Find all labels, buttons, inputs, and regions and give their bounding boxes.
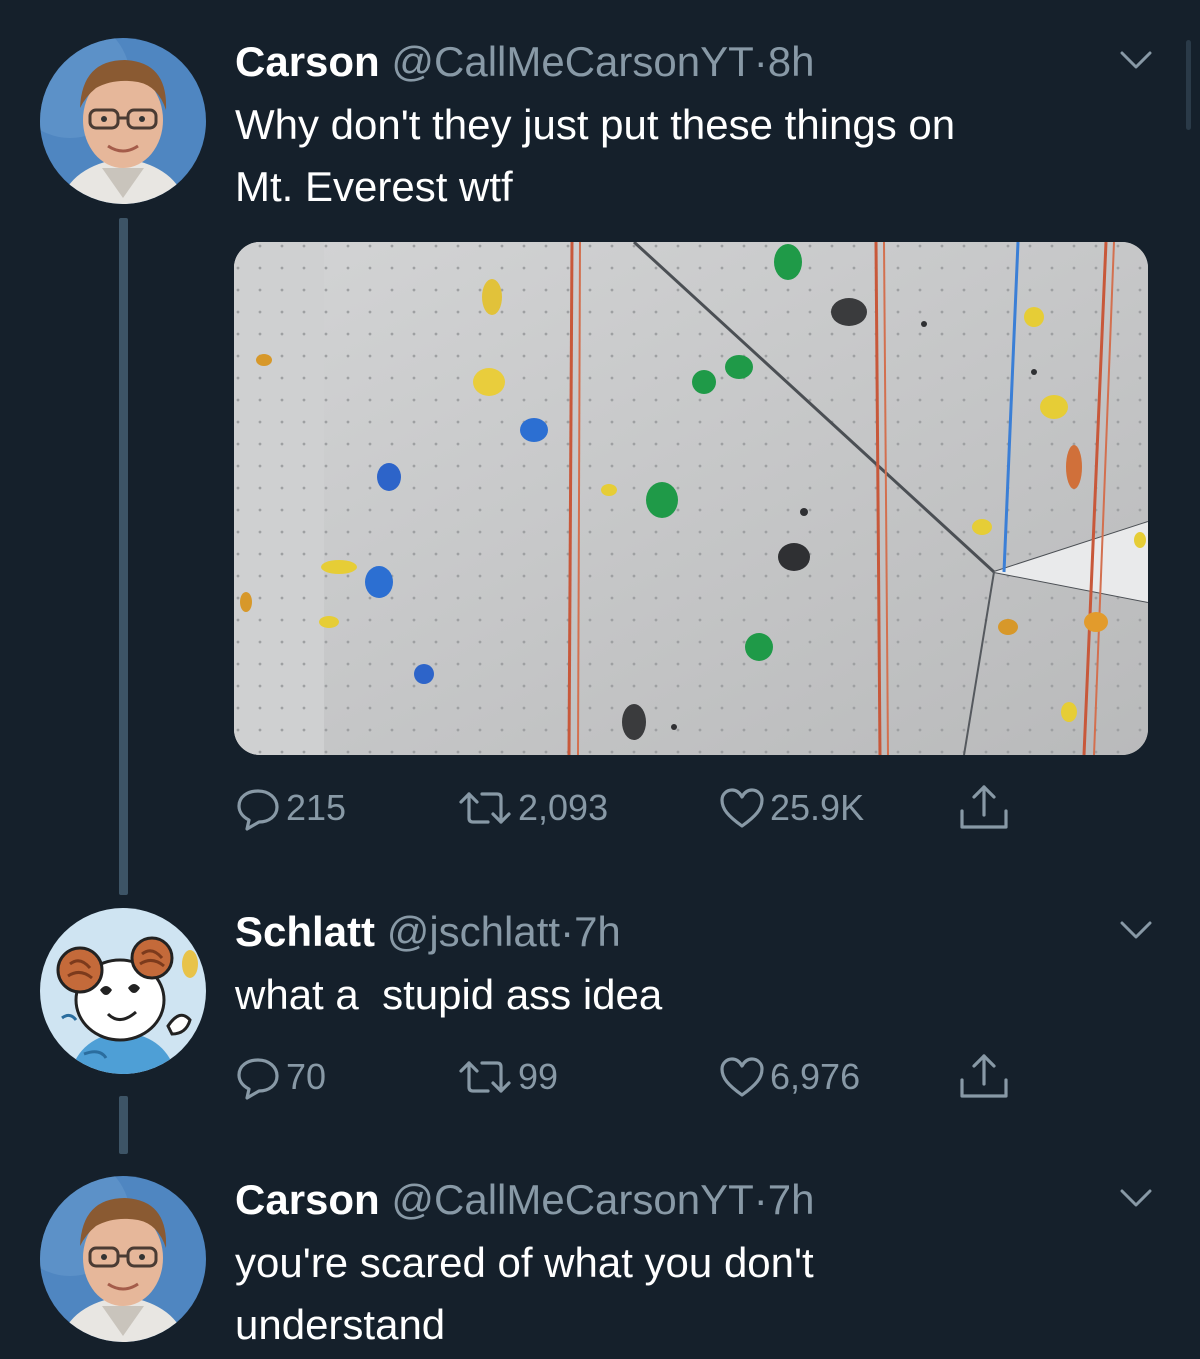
retweet-icon [459,1061,511,1093]
tweet-text: Why don't they just put these things on … [235,101,956,210]
thread-line [119,1096,128,1154]
like-count: 25.9K [770,787,865,828]
reply-icon [237,789,279,831]
share-icon [960,785,1008,829]
separator-dot: · [560,908,575,955]
retweet-count: 99 [518,1056,559,1097]
share-button[interactable] [956,783,1012,833]
tweet-header: Schlatt @jschlatt·7h [235,908,621,956]
display-name[interactable]: Carson [235,38,380,85]
like-button[interactable]: 25.9K [718,783,864,833]
like-button[interactable]: 6,976 [718,1052,860,1102]
retweet-button[interactable]: 2,093 [456,783,608,833]
reply-button[interactable]: 70 [234,1052,326,1102]
tweet-2[interactable]: Schlatt @jschlatt·7h what a stupid ass i… [0,900,1200,1160]
separator-dot: · [753,1176,768,1223]
tweet-media-image[interactable] [234,242,1148,755]
avatar-schlatt[interactable] [40,908,206,1074]
chevron-down-icon[interactable] [1118,1186,1154,1210]
user-handle[interactable]: @jschlatt [387,908,560,955]
tweet-3[interactable]: Carson @CallMeCarsonYT·7h you're scared … [0,1160,1200,1359]
tweet-header: Carson @CallMeCarsonYT·8h [235,38,815,86]
chevron-down-icon[interactable] [1118,48,1154,72]
tweet-header: Carson @CallMeCarsonYT·7h [235,1176,815,1224]
retweet-button[interactable]: 99 [456,1052,558,1102]
reply-button[interactable]: 215 [234,783,346,833]
heart-icon [720,1057,764,1097]
share-icon [960,1054,1008,1098]
timestamp[interactable]: 7h [768,1176,815,1223]
like-count: 6,976 [770,1056,861,1097]
user-handle[interactable]: @CallMeCarsonYT [391,38,753,85]
avatar-carson[interactable] [40,1176,206,1342]
heart-icon [720,788,764,828]
share-button[interactable] [956,1052,1012,1102]
display-name[interactable]: Schlatt [235,908,375,955]
separator-dot: · [753,38,768,85]
tweet-1[interactable]: Carson @CallMeCarsonYT·8h Why don't they… [0,0,1200,900]
reply-count: 70 [286,1056,327,1097]
timestamp[interactable]: 7h [574,908,621,955]
reply-count: 215 [286,787,347,828]
display-name[interactable]: Carson [235,1176,380,1223]
retweet-icon [459,792,511,824]
retweet-count: 2,093 [518,787,609,828]
chevron-down-icon[interactable] [1118,918,1154,942]
timestamp[interactable]: 8h [768,38,815,85]
climbing-wall-image [234,242,1148,755]
avatar-carson[interactable] [40,38,206,204]
user-handle[interactable]: @CallMeCarsonYT [391,1176,753,1223]
tweet-text: you're scared of what you don't understa… [235,1239,814,1348]
tweet-text: what a stupid ass idea [235,971,663,1018]
reply-icon [237,1058,279,1100]
thread-line [119,218,128,895]
